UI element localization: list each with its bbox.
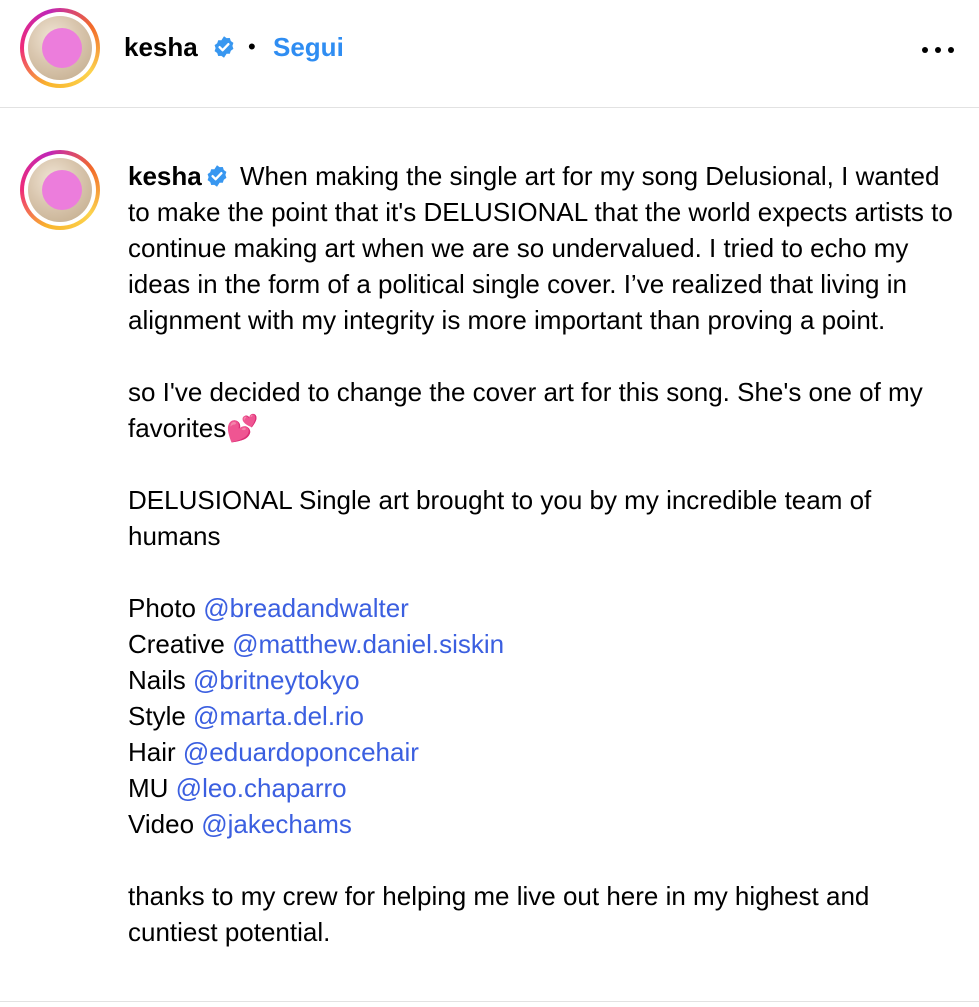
credit-role: Style <box>128 701 186 731</box>
credit-role: Nails <box>128 665 186 695</box>
bottom-divider <box>0 1001 979 1002</box>
follow-button[interactable]: Segui <box>273 31 344 63</box>
more-options-icon[interactable] <box>918 34 958 64</box>
mention-link[interactable]: @leo.chaparro <box>176 773 347 803</box>
credit-role: MU <box>128 773 169 803</box>
caption-change-text: so I've decided to change the cover art … <box>128 377 923 443</box>
caption-team-text: DELUSIONAL Single art brought to you by … <box>128 485 872 551</box>
credit-role: Creative <box>128 629 225 659</box>
credit-line-creative: Creative @matthew.daniel.siskin <box>128 626 964 662</box>
credit-line-style: Style @marta.del.rio <box>128 698 964 734</box>
verified-badge-icon <box>207 165 227 187</box>
mention-link[interactable]: @breadandwalter <box>203 593 409 623</box>
caption-username[interactable]: kesha <box>128 161 202 191</box>
avatar-photo <box>28 16 92 80</box>
credit-line-nails: Nails @britneytokyo <box>128 662 964 698</box>
credit-role: Photo <box>128 593 196 623</box>
verified-badge-icon <box>214 36 234 58</box>
mention-link[interactable]: @britneytokyo <box>193 665 360 695</box>
post-caption: kesha When making the single art for my … <box>128 158 964 950</box>
mention-link[interactable]: @marta.del.rio <box>193 701 364 731</box>
credit-role: Video <box>128 809 195 839</box>
credit-line-hair: Hair @eduardoponcehair <box>128 734 964 770</box>
avatar-photo <box>28 158 92 222</box>
header-username[interactable]: kesha <box>124 31 198 63</box>
caption-intro: kesha When making the single art for my … <box>128 158 964 338</box>
credit-role: Hair <box>128 737 176 767</box>
credit-line-video: Video @jakechams <box>128 806 964 842</box>
face-blur-overlay <box>42 28 82 68</box>
credit-line-photo: Photo @breadandwalter <box>128 590 964 626</box>
caption-intro-text: When making the single art for my song D… <box>128 161 953 335</box>
caption-closing-text: thanks to my crew for helping me live ou… <box>128 881 870 947</box>
post-header: kesha • Segui <box>0 0 979 108</box>
header-avatar[interactable] <box>20 8 100 88</box>
mention-link[interactable]: @jakechams <box>201 809 352 839</box>
separator-dot: • <box>248 34 256 59</box>
mention-link[interactable]: @eduardoponcehair <box>183 737 419 767</box>
caption-avatar[interactable] <box>20 150 100 230</box>
face-blur-overlay <box>42 170 82 210</box>
mention-link[interactable]: @matthew.daniel.siskin <box>232 629 504 659</box>
credit-line-mu: MU @leo.chaparro <box>128 770 964 806</box>
